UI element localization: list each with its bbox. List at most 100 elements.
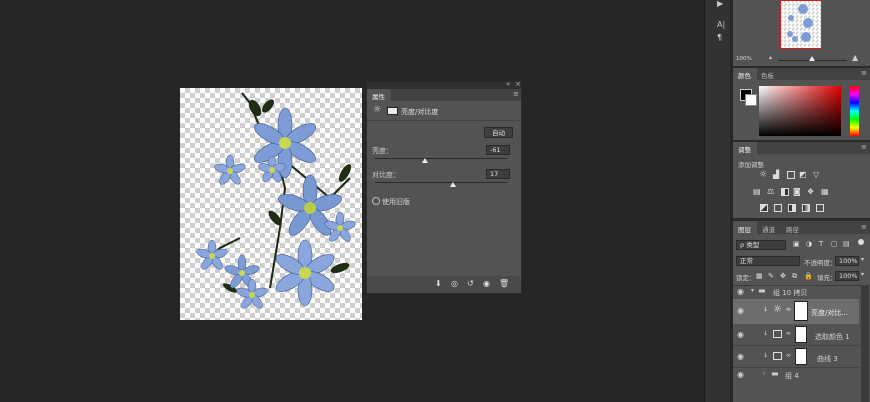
layers-scrollbar[interactable]	[861, 286, 869, 402]
properties-bottom-bar: ⬇ ◎ ↺ ◉ 🗑	[367, 276, 521, 293]
reset-icon[interactable]: ↺	[467, 279, 474, 288]
opacity-label: 不透明度：	[804, 259, 837, 267]
layer-name: 亮度/对比...	[811, 309, 849, 317]
tab-layers[interactable]: 图层	[733, 221, 757, 234]
levels-adj-icon[interactable]: ▟	[773, 170, 779, 179]
properties-panel: « × 属性 ≡ ☼ 亮度/对比度 自动 亮度： -61 对比度： 17 使用旧…	[366, 80, 522, 294]
posterize-adj-icon[interactable]	[774, 204, 782, 212]
lock-artboard-icon[interactable]: ⧉	[792, 272, 797, 281]
brightness-slider-thumb[interactable]	[422, 158, 429, 163]
legacy-checkbox[interactable]	[372, 197, 380, 205]
layer-row-curves[interactable]: ◉ ↓ ∞ 曲线 3	[733, 346, 859, 368]
channel-mixer-adj-icon[interactable]: ❖	[807, 187, 814, 196]
document-canvas[interactable]	[180, 88, 362, 320]
eye-icon[interactable]: ◉	[737, 287, 744, 296]
opacity-input[interactable]: 100%	[835, 256, 859, 266]
background-color-swatch[interactable]	[745, 94, 757, 106]
auto-button[interactable]: 自动	[484, 127, 513, 138]
layer-row-group-4[interactable]: ◉ › ▬ 组 4	[733, 368, 859, 382]
blend-mode-select[interactable]: 正常	[736, 256, 800, 266]
hue-saturation-adj-icon[interactable]: ▤	[753, 187, 761, 196]
zoom-out-icon[interactable]: ▴	[769, 54, 772, 61]
layer-filter-select[interactable]: ρ 类型	[736, 240, 786, 250]
layer-mask-thumbnail[interactable]	[794, 301, 808, 321]
visibility-icon[interactable]: ◉	[483, 279, 490, 288]
filter-adjustment-icon[interactable]: ◑	[806, 240, 812, 248]
curves-layer-icon	[773, 352, 782, 360]
tab-properties[interactable]: 属性	[367, 89, 391, 101]
eye-icon[interactable]: ◉	[737, 352, 744, 361]
invert-adj-icon[interactable]	[760, 204, 768, 212]
photo-filter-adj-icon[interactable]: ◙	[793, 187, 801, 196]
tab-swatches[interactable]: 色板	[761, 70, 774, 80]
collapse-icon[interactable]: «	[506, 80, 510, 88]
mask-icon[interactable]	[387, 107, 398, 115]
color-tab-row: 颜色 色板 ≡	[733, 68, 870, 80]
exposure-adj-icon[interactable]: ◩	[799, 170, 807, 179]
link-icon: ∞	[786, 352, 791, 359]
lock-move-icon[interactable]: ✥	[780, 272, 786, 280]
expand-arrow-icon[interactable]: ▾	[751, 287, 754, 294]
paragraph-icon[interactable]: ¶	[717, 33, 722, 42]
panel-top-bar[interactable]: « ×	[367, 80, 521, 89]
filter-toggle-icon[interactable]	[858, 239, 864, 245]
delete-icon[interactable]: 🗑	[499, 279, 509, 288]
brightness-slider-track[interactable]	[375, 158, 507, 159]
color-panel: 颜色 色板 ≡	[733, 68, 870, 140]
curves-adj-icon[interactable]	[787, 171, 795, 179]
folder-icon: ▬	[771, 369, 779, 378]
header-divider	[367, 120, 521, 121]
layer-mask-thumbnail[interactable]	[795, 326, 807, 343]
layer-row-selective-color[interactable]: ◉ ↓ ∞ 选取颜色 1	[733, 324, 859, 346]
filter-smart-icon[interactable]: ▤	[843, 240, 850, 248]
color-balance-adj-icon[interactable]: ⚖	[767, 187, 774, 196]
view-previous-icon[interactable]: ◎	[451, 279, 458, 288]
contrast-slider-thumb[interactable]	[449, 182, 456, 187]
eye-icon[interactable]: ◉	[737, 306, 744, 315]
contrast-input[interactable]: 17	[486, 169, 510, 179]
eye-icon[interactable]: ◉	[737, 370, 744, 379]
fill-dropdown-icon[interactable]: ▾	[861, 271, 864, 278]
panel-menu-icon[interactable]: ≡	[513, 90, 519, 98]
navigator-thumbnail[interactable]	[780, 0, 822, 49]
tab-paths[interactable]: 路径	[786, 224, 799, 234]
gradient-map-adj-icon[interactable]	[802, 204, 810, 212]
lock-all-icon[interactable]: 🔒	[804, 272, 813, 280]
clip-to-layer-icon[interactable]: ⬇	[435, 279, 442, 288]
character-panel-icon[interactable]: A|	[717, 20, 725, 29]
lock-transparent-icon[interactable]: ▦	[756, 272, 763, 280]
hue-slider[interactable]	[850, 86, 859, 136]
tab-channels[interactable]: 通道	[762, 224, 775, 234]
color-panel-menu-icon[interactable]: ≡	[861, 69, 867, 77]
threshold-adj-icon[interactable]	[788, 204, 796, 212]
flower-small-2	[196, 239, 228, 270]
eye-icon[interactable]: ◉	[737, 330, 744, 339]
expand-arrow-icon[interactable]: ›	[763, 370, 765, 377]
filter-pixel-icon[interactable]: ▣	[793, 240, 800, 248]
fill-input[interactable]: 100%	[835, 271, 859, 281]
play-icon[interactable]: ▶	[717, 0, 723, 8]
selective-color-adj-icon[interactable]	[816, 204, 824, 212]
zoom-value[interactable]: 100%	[736, 56, 752, 62]
layer-mask-thumbnail[interactable]	[795, 348, 807, 365]
adjustments-menu-icon[interactable]: ≡	[861, 143, 867, 151]
black-white-adj-icon[interactable]	[781, 188, 789, 196]
brightness-input[interactable]: -61	[486, 145, 510, 155]
vibrance-adj-icon[interactable]: ▽	[813, 170, 819, 179]
color-lookup-adj-icon[interactable]: ▦	[821, 187, 829, 196]
zoom-in-icon[interactable]: ▲	[852, 53, 858, 62]
tab-adjustments[interactable]: 调整	[733, 142, 757, 154]
close-icon[interactable]: ×	[515, 80, 521, 88]
layers-menu-icon[interactable]: ≡	[861, 223, 867, 231]
filter-type-icon[interactable]: T	[819, 240, 823, 248]
tab-color[interactable]: 颜色	[733, 68, 757, 80]
brightness-contrast-adj-icon[interactable]: ☼	[759, 170, 767, 180]
color-picker-field[interactable]	[759, 86, 841, 136]
layer-row-brightness-contrast[interactable]: ◉ ↓ ☼ ∞ 亮度/对比...	[733, 299, 859, 324]
lock-paint-icon[interactable]: ✎	[768, 272, 774, 280]
filter-shape-icon[interactable]: ▢	[831, 240, 838, 248]
layer-row-group-10-copy[interactable]: ◉ ▾ ▬ 组 10 拷贝	[733, 286, 859, 299]
opacity-dropdown-icon[interactable]: ▾	[861, 256, 864, 263]
contrast-slider-track[interactable]	[375, 182, 507, 183]
zoom-slider-thumb[interactable]	[809, 56, 815, 61]
